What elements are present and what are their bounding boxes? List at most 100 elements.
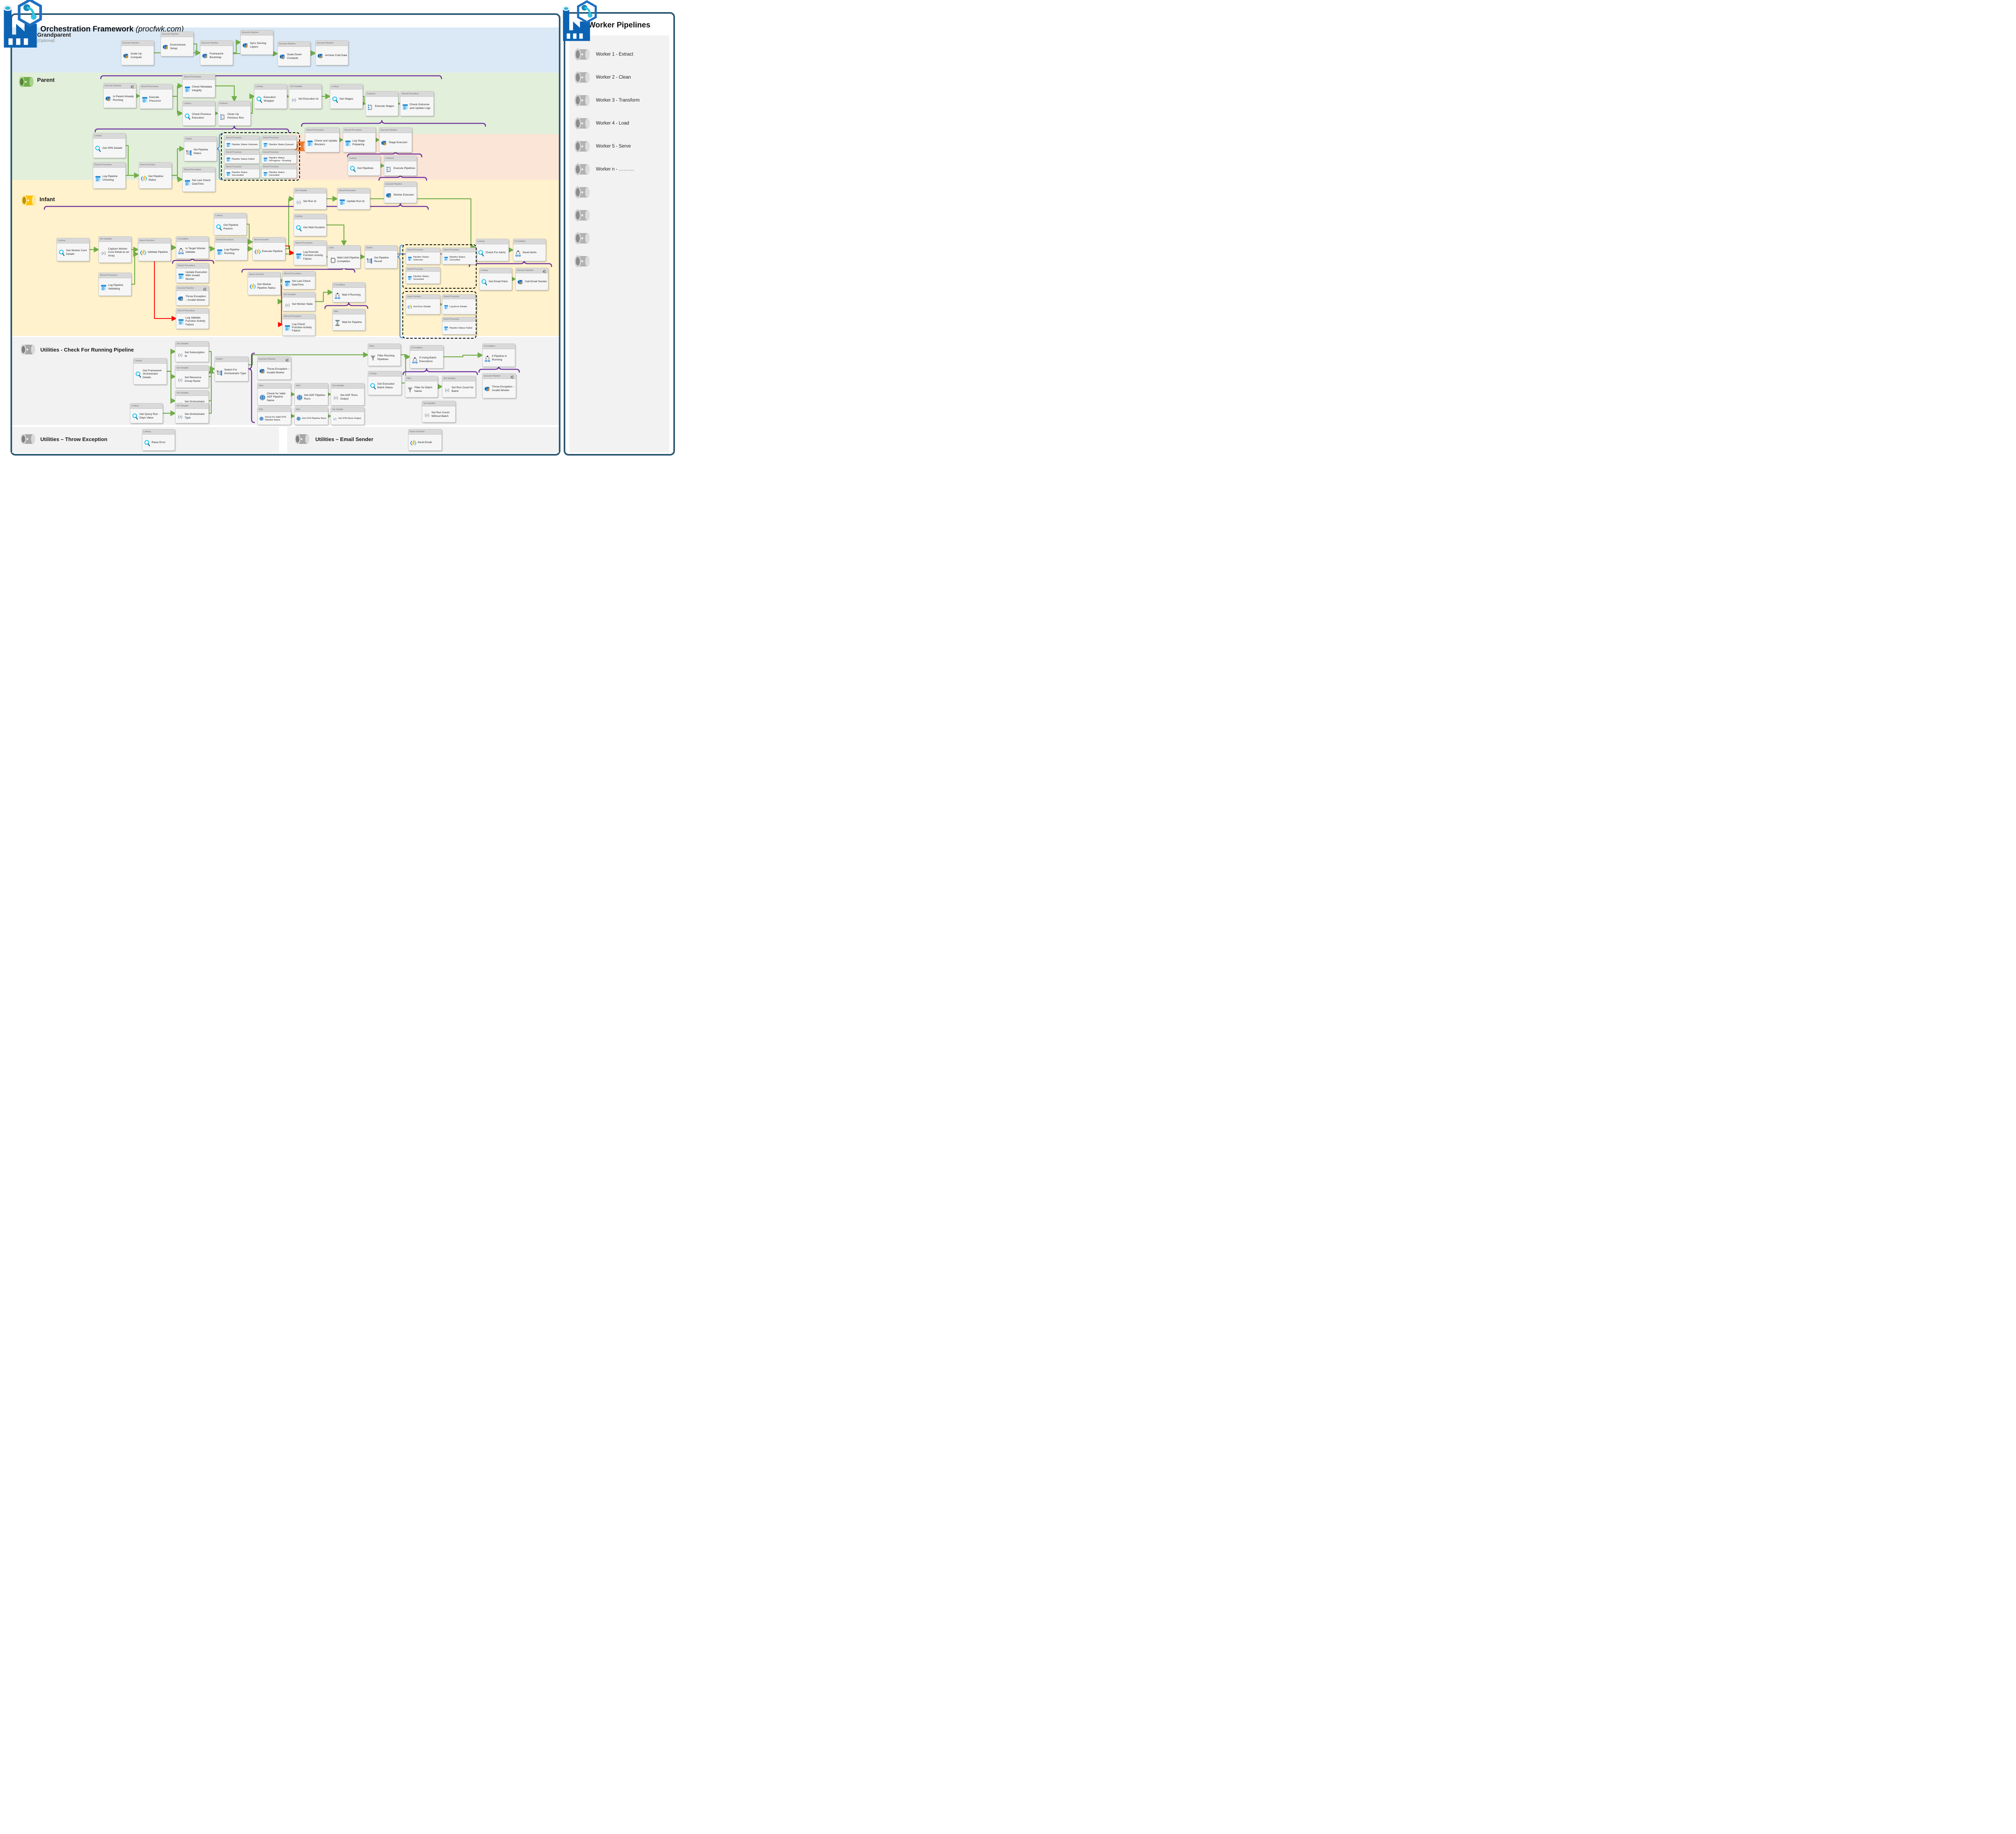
node-type-header: ForEach [218, 101, 250, 106]
check-for-valid-adf-pipeline-name: WebCheck for Valid ADF Pipeline Name [257, 383, 291, 406]
node-type-header: Lookup [330, 84, 362, 90]
node-type-header: Stored Procedure [183, 167, 215, 173]
node-type-header: Lookup [130, 404, 162, 409]
node-type-header: Execute Pipeline [379, 128, 412, 133]
set-variable-icon: ( )x [423, 411, 431, 418]
set-variable-icon: ( )x [295, 198, 302, 206]
throw-exception-invalid-worker-2: Execute PipelineThrow Exception – Invali… [257, 356, 291, 380]
node-label: Log Pipeline Checking [102, 175, 125, 181]
node-type-header: Stored Procedure [337, 188, 370, 194]
node-type-header: Execute Pipeline [121, 41, 154, 46]
check-for-alerts: LookupCheck For Alerts [476, 239, 509, 261]
node-type-header: Switch [184, 137, 217, 142]
node-type-header: Web [295, 383, 328, 389]
if-condition-icon [514, 250, 522, 257]
set-subscription-id: Set Variable( )xSet Subscription Id [175, 341, 209, 362]
worker-pipe-icon [573, 139, 592, 154]
node-type-header: Lookup [294, 214, 326, 219]
mini-pipeline-icon [130, 84, 135, 91]
stored-procedure-icon [306, 139, 314, 147]
log-execute-function-activity-failure: Stored ProcedureLog Execute Function Act… [294, 240, 327, 265]
if-pipeline-is-running: If ConditionIf Pipeline Is Running [482, 343, 515, 367]
node-type-header: Set Variable [331, 408, 364, 412]
stored-procedure-icon [216, 248, 223, 256]
lookup-icon [94, 145, 102, 152]
worker-pipelines-title: Worker Pipelines [564, 21, 675, 30]
node-type-header: Web [295, 408, 328, 412]
node-label: Set Execution Id [298, 98, 319, 101]
node-type-header: Set Variable [283, 292, 315, 298]
worker-item-4: Worker 4 - Load [573, 116, 629, 131]
throw-exception-invalid-worker-1: Execute PipelineThrow Exception – Invali… [176, 285, 209, 306]
worker-item-label: Worker 5 - Serve [596, 144, 631, 149]
get-pipeline-status: Azure FunctionGet Pipeline Status [139, 162, 172, 189]
pipeline-icon [105, 95, 112, 102]
wait-for-pipeline: Wait Wait for Pipeline [332, 309, 365, 331]
get-wait-duration: LookupGet Wait Duration [294, 214, 327, 236]
get-email-parts: LookupGet Email Parts [479, 268, 512, 290]
foreach-icon [367, 103, 374, 110]
node-label: Check Metadata Integrity [192, 85, 214, 92]
framework-bootstrap: Execute PipelineFramework Bootstrap [200, 40, 233, 65]
node-type-header: Stored Procedure [176, 308, 208, 314]
mini-pipeline-icon [285, 357, 290, 364]
lookup-icon [58, 249, 65, 256]
node-label: If Pipeline Is Running [492, 355, 514, 361]
node-type-header: Execute Pipeline [316, 41, 348, 46]
node-label: Switch For Orchestrator Type [224, 368, 247, 375]
validate-pipeline: Azure FunctionValidate Pipeline [138, 238, 171, 261]
filter-icon [406, 386, 414, 393]
node-label: Wait for Pipeline [342, 321, 362, 324]
update-execution-with-invalid-worker: Stored Procedure Update Execution With In… [176, 263, 209, 283]
node-type-header: Lookup [142, 429, 175, 435]
scale-down-compute: Execute PipelineScale Down Compute [277, 41, 310, 66]
svg-text:x: x [179, 378, 181, 382]
switch-icon [216, 368, 223, 376]
node-type-header: Set Variable [422, 401, 455, 406]
switch-for-orchestrator-type: SwitchSwitch For Orchestrator Type [215, 356, 248, 381]
section-pipe-icon [19, 343, 36, 356]
stored-procedure-icon [344, 139, 352, 147]
set-variable-icon: ( )x [177, 376, 184, 383]
log-pipeline-running: Stored ProcedureLog Pipeline Running [215, 237, 248, 260]
worker-item-5: Worker 5 - Serve [573, 139, 631, 154]
log-validate-function-activity-failure: Stored ProcedureLog Validate Function Ac… [176, 308, 209, 329]
node-type-header: If Condition [333, 283, 365, 288]
lookup-icon [369, 383, 377, 390]
call-email-sender: Execute PipelineCall Email Sender [515, 268, 548, 290]
worker-item-label: Worker 3 - Transform [596, 98, 639, 103]
web-icon [259, 416, 264, 421]
if-condition-icon [411, 356, 419, 364]
worker-item-blank [573, 185, 592, 200]
pipeline-icon [177, 295, 185, 302]
get-stages: LookupGet Stages [330, 84, 363, 109]
worker-pipe-icon [573, 47, 592, 62]
node-type-header: Execute Pipeline [384, 182, 417, 187]
node-label: Update Execution With Invalid Worker [185, 271, 208, 281]
set-last-check-datetime-infant: Stored ProcedureSet Last Check DateTime [282, 271, 315, 289]
node-type-header: Wait [333, 309, 365, 314]
node-label: Set Pipeline Status [194, 148, 216, 155]
node-label: Check Previous Execution [192, 113, 214, 119]
foreach-icon [385, 165, 393, 173]
stored-procedure-icon [339, 198, 346, 206]
node-label: Log Pipeline Validating [108, 284, 130, 290]
worker-item-blank [573, 231, 592, 246]
orchestration-framework-diagram: Grandparent(Optional) Parent Infant Chil… [0, 0, 678, 458]
node-label: Set Worker State [292, 303, 313, 306]
node-label: Framework Bootstrap [210, 52, 232, 59]
node-label: Execution Wrapper [264, 96, 286, 102]
dashed-group-box [402, 291, 477, 339]
set-pipeline-result: SwitchSet Pipeline Result [364, 245, 398, 269]
pipeline-icon [162, 44, 169, 51]
node-type-header: ForEach [384, 156, 417, 161]
node-label: Scale Down Compute [287, 53, 309, 60]
node-type-header: Lookup [57, 238, 89, 244]
worker-item-6: Worker n - ………. [573, 162, 634, 177]
node-label: Send Email [418, 441, 432, 444]
section-label: Parent [37, 77, 55, 83]
svg-text:x: x [298, 200, 300, 204]
worker-item-label: Worker 4 - Load [596, 121, 629, 126]
node-type-header: Stored Procedure [176, 263, 208, 269]
stored-procedure-icon [177, 273, 185, 280]
